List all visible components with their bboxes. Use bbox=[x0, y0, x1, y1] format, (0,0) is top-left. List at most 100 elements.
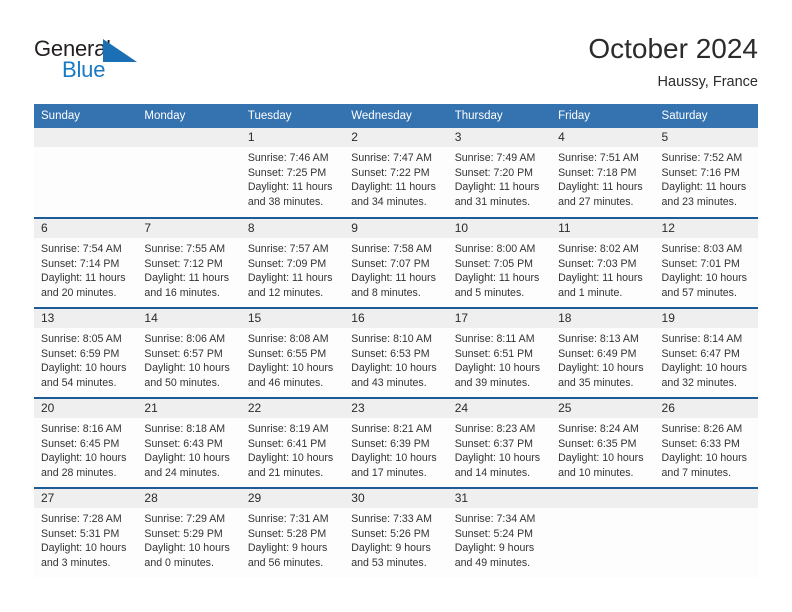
daylight-text-line1: Daylight: 10 hours bbox=[558, 362, 644, 375]
sunset-text: Sunset: 6:33 PM bbox=[661, 437, 740, 450]
sunset-text: Sunset: 6:59 PM bbox=[41, 347, 120, 360]
day-details: Sunrise: 7:52 AM Sunset: 7:16 PM Daylight:… bbox=[655, 147, 758, 209]
calendar-day-cell-empty bbox=[551, 487, 655, 578]
day-details: Sunrise: 7:51 AM Sunset: 7:18 PM Daylight:… bbox=[551, 147, 654, 209]
day-number: 21 bbox=[137, 399, 241, 418]
sunset-text: Sunset: 7:01 PM bbox=[661, 257, 740, 270]
calendar-day-cell[interactable]: 22 Sunrise: 8:19 AM Sunset: 6:41 PM Dayligh… bbox=[240, 397, 345, 488]
calendar-day-cell[interactable]: 21 Sunrise: 8:18 AM Sunset: 6:43 PM Dayligh… bbox=[137, 397, 241, 488]
sunrise-text: Sunrise: 8:14 AM bbox=[661, 333, 743, 345]
calendar-day-cell[interactable]: 7 Sunrise: 7:55 AM Sunset: 7:12 PM Daylight… bbox=[137, 217, 241, 308]
calendar-day-cell[interactable]: 4 Sunrise: 7:51 AM Sunset: 7:18 PM Daylight… bbox=[551, 128, 655, 218]
day-number: 20 bbox=[34, 399, 138, 418]
daylight-text-line1: Daylight: 9 hours bbox=[247, 542, 328, 555]
day-number bbox=[137, 128, 241, 147]
calendar-day-cell[interactable]: 23 Sunrise: 8:21 AM Sunset: 6:39 PM Dayligh… bbox=[344, 397, 448, 488]
calendar-day-cell[interactable]: 12 Sunrise: 8:03 AM Sunset: 7:01 PM Dayligh… bbox=[654, 217, 758, 308]
calendar-day-cell[interactable]: 8 Sunrise: 7:57 AM Sunset: 7:09 PM Daylight… bbox=[240, 217, 345, 308]
calendar-day-cell[interactable]: 24 Sunrise: 8:23 AM Sunset: 6:37 PM Dayligh… bbox=[447, 397, 552, 488]
day-details: Sunrise: 8:26 AM Sunset: 6:33 PM Daylight:… bbox=[655, 418, 758, 480]
day-details: Sunrise: 8:23 AM Sunset: 6:37 PM Daylight:… bbox=[448, 418, 551, 480]
sunrise-text: Sunrise: 8:00 AM bbox=[454, 243, 536, 255]
day-details: Sunrise: 7:46 AM Sunset: 7:25 PM Daylight:… bbox=[241, 147, 344, 209]
daylight-text-line1: Daylight: 11 hours bbox=[247, 181, 333, 194]
sunset-text: Sunset: 7:14 PM bbox=[41, 257, 120, 270]
day-number bbox=[551, 489, 655, 508]
sunrise-text: Sunrise: 7:29 AM bbox=[144, 513, 226, 525]
sunset-text: Sunset: 7:05 PM bbox=[454, 257, 534, 270]
sunset-text: Sunset: 6:37 PM bbox=[454, 437, 534, 450]
sunset-text: Sunset: 7:20 PM bbox=[454, 166, 534, 179]
calendar-day-cell[interactable]: 26 Sunrise: 8:26 AM Sunset: 6:33 PM Dayligh… bbox=[654, 397, 758, 488]
daylight-text-line2: and 5 minutes. bbox=[454, 286, 525, 299]
calendar-day-cell[interactable]: 14 Sunrise: 8:06 AM Sunset: 6:57 PM Dayligh… bbox=[137, 307, 241, 398]
sunrise-text: Sunrise: 8:24 AM bbox=[558, 423, 639, 435]
sunrise-text: Sunrise: 8:11 AM bbox=[454, 333, 535, 345]
calendar-day-cell[interactable]: 28 Sunrise: 7:29 AM Sunset: 5:29 PM Dayligh… bbox=[137, 487, 241, 578]
sunrise-text: Sunrise: 7:28 AM bbox=[41, 513, 122, 525]
calendar-day-cell[interactable]: 31 Sunrise: 7:34 AM Sunset: 5:24 PM Dayligh… bbox=[447, 487, 552, 578]
sunset-text: Sunset: 6:43 PM bbox=[144, 437, 223, 450]
sunset-text: Sunset: 5:28 PM bbox=[247, 527, 327, 540]
calendar-day-cell[interactable]: 13 Sunrise: 8:05 AM Sunset: 6:59 PM Dayligh… bbox=[34, 307, 138, 398]
daylight-text-line1: Daylight: 10 hours bbox=[661, 452, 747, 465]
day-number: 18 bbox=[551, 309, 655, 328]
calendar-day-cell[interactable]: 18 Sunrise: 8:13 AM Sunset: 6:49 PM Dayligh… bbox=[551, 307, 655, 398]
daylight-text-line2: and 20 minutes. bbox=[41, 286, 117, 299]
day-details: Sunrise: 7:58 AM Sunset: 7:07 PM Daylight:… bbox=[344, 238, 447, 300]
day-number: 28 bbox=[137, 489, 241, 508]
day-details bbox=[137, 147, 240, 151]
calendar-day-cell[interactable]: 16 Sunrise: 8:10 AM Sunset: 6:53 PM Dayligh… bbox=[344, 307, 448, 398]
weekday-header-friday: Friday bbox=[551, 104, 655, 128]
day-details: Sunrise: 7:28 AM Sunset: 5:31 PM Daylight:… bbox=[34, 508, 137, 570]
general-blue-logo[interactable]: General Blue bbox=[34, 36, 154, 88]
calendar-day-cell[interactable]: 25 Sunrise: 8:24 AM Sunset: 6:35 PM Dayligh… bbox=[551, 397, 655, 488]
calendar-day-cell-empty bbox=[34, 128, 138, 218]
daylight-text-line1: Daylight: 11 hours bbox=[454, 181, 540, 194]
day-number: 14 bbox=[137, 309, 241, 328]
calendar-day-cell[interactable]: 20 Sunrise: 8:16 AM Sunset: 6:45 PM Dayligh… bbox=[34, 397, 138, 488]
day-details: Sunrise: 8:06 AM Sunset: 6:57 PM Daylight:… bbox=[137, 328, 240, 390]
day-number: 10 bbox=[447, 219, 552, 238]
calendar-day-cell[interactable]: 11 Sunrise: 8:02 AM Sunset: 7:03 PM Dayligh… bbox=[551, 217, 655, 308]
calendar-day-cell[interactable]: 1 Sunrise: 7:46 AM Sunset: 7:25 PM Daylight… bbox=[240, 128, 345, 218]
sunset-text: Sunset: 7:16 PM bbox=[661, 166, 740, 179]
calendar-day-cell[interactable]: 6 Sunrise: 7:54 AM Sunset: 7:14 PM Daylight… bbox=[34, 217, 138, 308]
day-number: 23 bbox=[344, 399, 448, 418]
daylight-text-line2: and 3 minutes. bbox=[41, 556, 111, 569]
daylight-text-line2: and 28 minutes. bbox=[41, 466, 117, 479]
sunrise-text: Sunrise: 7:34 AM bbox=[454, 513, 536, 525]
calendar-day-cell[interactable]: 29 Sunrise: 7:31 AM Sunset: 5:28 PM Dayligh… bbox=[240, 487, 345, 578]
calendar-day-cell[interactable]: 19 Sunrise: 8:14 AM Sunset: 6:47 PM Dayligh… bbox=[654, 307, 758, 398]
logo-text-blue: Blue bbox=[62, 57, 106, 82]
calendar-day-cell[interactable]: 15 Sunrise: 8:08 AM Sunset: 6:55 PM Dayligh… bbox=[240, 307, 345, 398]
calendar-day-cell[interactable]: 3 Sunrise: 7:49 AM Sunset: 7:20 PM Daylight… bbox=[447, 128, 552, 218]
sunset-text: Sunset: 7:18 PM bbox=[558, 166, 637, 179]
day-number: 29 bbox=[240, 489, 345, 508]
day-details bbox=[655, 508, 758, 512]
calendar-day-cell[interactable]: 10 Sunrise: 8:00 AM Sunset: 7:05 PM Dayligh… bbox=[447, 217, 552, 308]
calendar-day-cell[interactable]: 9 Sunrise: 7:58 AM Sunset: 7:07 PM Daylight… bbox=[344, 217, 448, 308]
day-number: 31 bbox=[447, 489, 552, 508]
weekday-header-thursday: Thursday bbox=[447, 104, 552, 128]
daylight-text-line1: Daylight: 10 hours bbox=[41, 362, 127, 375]
daylight-text-line2: and 38 minutes. bbox=[247, 195, 324, 208]
daylight-text-line2: and 0 minutes. bbox=[144, 556, 214, 569]
daylight-text-line2: and 16 minutes. bbox=[144, 286, 220, 299]
calendar-day-cell[interactable]: 5 Sunrise: 7:52 AM Sunset: 7:16 PM Daylight… bbox=[654, 128, 758, 218]
sunset-text: Sunset: 6:57 PM bbox=[144, 347, 223, 360]
sunrise-text: Sunrise: 8:16 AM bbox=[41, 423, 122, 435]
daylight-text-line1: Daylight: 10 hours bbox=[454, 452, 541, 465]
day-details: Sunrise: 7:34 AM Sunset: 5:24 PM Daylight:… bbox=[448, 508, 551, 570]
day-number: 12 bbox=[654, 219, 758, 238]
calendar-day-cell[interactable]: 30 Sunrise: 7:33 AM Sunset: 5:26 PM Dayligh… bbox=[344, 487, 448, 578]
sunrise-text: Sunrise: 8:23 AM bbox=[454, 423, 536, 435]
sunrise-text: Sunrise: 7:33 AM bbox=[351, 513, 432, 525]
daylight-text-line1: Daylight: 10 hours bbox=[41, 452, 127, 465]
calendar-day-cell[interactable]: 2 Sunrise: 7:47 AM Sunset: 7:22 PM Daylight… bbox=[344, 128, 448, 218]
sunrise-text: Sunrise: 8:05 AM bbox=[41, 333, 122, 345]
daylight-text-line2: and 32 minutes. bbox=[661, 376, 737, 389]
calendar-day-cell[interactable]: 17 Sunrise: 8:11 AM Sunset: 6:51 PM Dayligh… bbox=[447, 307, 552, 398]
calendar-day-cell[interactable]: 27 Sunrise: 7:28 AM Sunset: 5:31 PM Dayligh… bbox=[34, 487, 138, 578]
day-details: Sunrise: 8:00 AM Sunset: 7:05 PM Daylight:… bbox=[448, 238, 551, 300]
